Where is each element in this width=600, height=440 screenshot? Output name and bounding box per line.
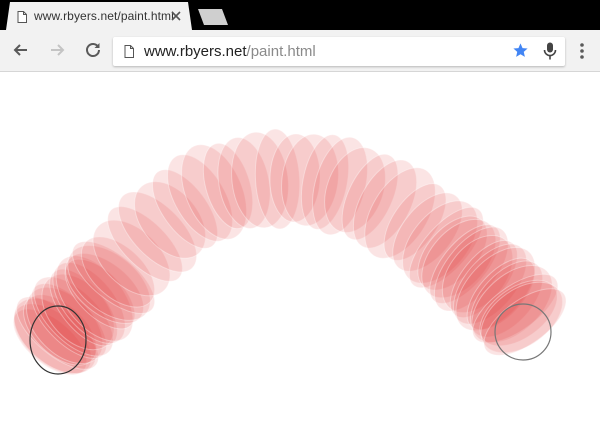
star-icon[interactable]: [512, 42, 529, 59]
new-tab-button[interactable]: [198, 9, 228, 25]
page-icon: [124, 45, 134, 58]
close-icon[interactable]: [169, 9, 183, 23]
mic-icon[interactable]: [543, 42, 557, 60]
toolbar: www.rbyers.net/paint.html: [0, 30, 600, 72]
url-host: www.rbyers.net: [144, 43, 247, 60]
tab-strip: www.rbyers.net/paint.html: [0, 0, 600, 30]
more-vert-icon[interactable]: [574, 41, 590, 61]
url-text[interactable]: www.rbyers.net/paint.html: [144, 43, 316, 60]
omnibox[interactable]: www.rbyers.net/paint.html: [113, 37, 565, 66]
paint-canvas[interactable]: [0, 72, 600, 435]
reload-icon[interactable]: [83, 40, 103, 60]
paint-drawing: [12, 128, 567, 376]
url-path: /paint.html: [246, 43, 316, 60]
forward-arrow-icon[interactable]: [47, 40, 67, 60]
page-icon: [17, 11, 27, 23]
tab-title: www.rbyers.net/paint.html: [34, 9, 174, 23]
active-tab[interactable]: www.rbyers.net/paint.html: [6, 2, 192, 30]
back-arrow-icon[interactable]: [11, 40, 31, 60]
